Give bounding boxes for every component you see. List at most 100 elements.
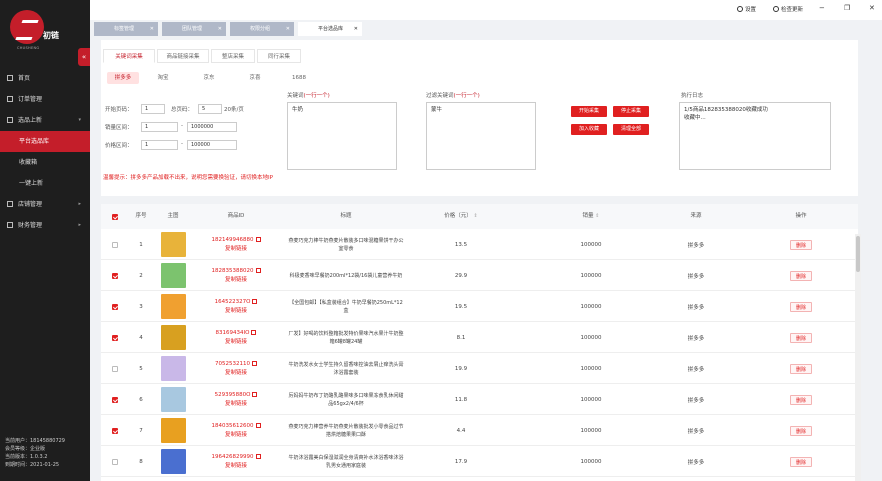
- copy-link-button[interactable]: 复制链接: [225, 245, 247, 254]
- price-min-input[interactable]: 1: [141, 140, 178, 150]
- delete-button[interactable]: 删除: [790, 425, 812, 436]
- check-update-button[interactable]: 检查更新: [773, 5, 803, 13]
- total-page-input[interactable]: 5: [198, 104, 222, 114]
- delete-button[interactable]: 删除: [790, 301, 812, 312]
- scrollbar-thumb[interactable]: [856, 236, 860, 272]
- copy-icon[interactable]: [255, 267, 261, 273]
- sales-min-input[interactable]: 1: [141, 122, 178, 132]
- clear-all-button[interactable]: 清理全部: [613, 124, 649, 135]
- sidebar-item-7[interactable]: 财务管理 ▸: [0, 215, 90, 236]
- stop-collect-button[interactable]: 停止采集: [613, 106, 649, 117]
- select-all-checkbox[interactable]: [112, 213, 118, 220]
- row-checkbox[interactable]: [112, 396, 118, 403]
- close-icon[interactable]: ✕: [150, 22, 154, 36]
- copy-link-button[interactable]: 复制链接: [225, 338, 247, 347]
- row-checkbox[interactable]: [112, 272, 118, 279]
- product-id-link[interactable]: 7052532110: [215, 360, 257, 369]
- copy-icon[interactable]: [252, 391, 258, 397]
- product-id-link[interactable]: 196426829990: [212, 453, 261, 462]
- start-collect-button[interactable]: 开始采集: [571, 106, 607, 117]
- row-checkbox[interactable]: [112, 365, 118, 372]
- price-max-input[interactable]: 100000: [187, 140, 237, 150]
- sidebar-item-6[interactable]: 店铺管理 ▸: [0, 194, 90, 215]
- start-page-input[interactable]: 1: [141, 104, 165, 114]
- product-thumbnail[interactable]: [160, 263, 186, 288]
- header-price[interactable]: 价格（元） ⇕: [421, 204, 501, 229]
- row-checkbox[interactable]: [112, 241, 118, 248]
- product-id-link[interactable]: 182149946880: [212, 236, 261, 245]
- copy-icon[interactable]: [252, 360, 257, 366]
- exclude-keyword-textarea[interactable]: 蒙牛: [426, 102, 536, 170]
- product-thumbnail[interactable]: [160, 449, 186, 474]
- keyword-textarea[interactable]: 牛奶: [287, 102, 397, 170]
- product-id-link[interactable]: 182835388020: [212, 267, 261, 276]
- sidebar-item-4[interactable]: 收藏箱: [0, 152, 90, 173]
- minimize-button[interactable]: −: [819, 4, 825, 12]
- sidebar-item-0[interactable]: 首页: [0, 68, 90, 89]
- close-icon[interactable]: ✕: [218, 22, 222, 36]
- table-scrollbar[interactable]: [855, 234, 861, 481]
- delete-button[interactable]: 删除: [790, 394, 812, 405]
- delete-button[interactable]: 删除: [790, 270, 812, 281]
- tab-platform-library[interactable]: 平台选品库 ✕: [298, 22, 362, 36]
- maximize-button[interactable]: ❐: [844, 4, 850, 12]
- tab-link-collect[interactable]: 商品链接采集: [157, 49, 209, 63]
- close-icon[interactable]: ✕: [286, 22, 290, 36]
- close-window-button[interactable]: ✕: [869, 4, 875, 12]
- platform-1688[interactable]: 1688: [285, 72, 313, 84]
- row-checkbox[interactable]: [112, 334, 118, 341]
- sidebar-collapse-button[interactable]: «: [78, 48, 90, 66]
- sales-max-input[interactable]: 1000000: [187, 122, 237, 132]
- product-id-link[interactable]: 529395880O: [215, 391, 258, 400]
- product-thumbnail[interactable]: [160, 232, 186, 257]
- settings-button[interactable]: 设置: [737, 5, 756, 13]
- product-thumbnail[interactable]: [160, 325, 186, 350]
- product-id-link[interactable]: 83169434IO: [216, 329, 257, 338]
- platform-jd[interactable]: 京东: [195, 72, 223, 84]
- row-checkbox[interactable]: [112, 303, 118, 310]
- close-icon[interactable]: ✕: [354, 22, 358, 36]
- copy-icon[interactable]: [255, 236, 261, 242]
- copy-link-button[interactable]: 复制链接: [225, 462, 247, 471]
- sidebar-item-3[interactable]: 平台选品库: [0, 131, 90, 152]
- product-thumbnail[interactable]: [160, 418, 186, 443]
- tab-team-management[interactable]: 团队管理 ✕: [162, 22, 226, 36]
- product-thumbnail[interactable]: [160, 387, 186, 412]
- tab-keyword-collect[interactable]: 关键词采集: [103, 49, 155, 63]
- product-price: 11.8: [454, 396, 468, 403]
- platform-taobao[interactable]: 淘宝: [149, 72, 177, 84]
- product-id-link[interactable]: 184035612600: [212, 422, 261, 431]
- row-checkbox[interactable]: [112, 458, 118, 465]
- tab-peer-collect[interactable]: 同行采集: [257, 49, 301, 63]
- delete-button[interactable]: 删除: [790, 239, 812, 250]
- copy-icon[interactable]: [251, 329, 257, 335]
- copy-icon[interactable]: [255, 422, 261, 428]
- product-thumbnail[interactable]: [160, 356, 186, 381]
- delete-button[interactable]: 删除: [790, 332, 812, 343]
- product-thumbnail[interactable]: [160, 294, 186, 319]
- row-checkbox[interactable]: [112, 427, 118, 434]
- sidebar-item-1[interactable]: 订单管理: [0, 89, 90, 110]
- sidebar-item-5[interactable]: 一键上新: [0, 173, 90, 194]
- delete-button[interactable]: 删除: [790, 456, 812, 467]
- copy-link-button[interactable]: 复制链接: [225, 307, 247, 316]
- add-to-favorites-button[interactable]: 加入收藏: [571, 124, 607, 135]
- product-title: 科极麦香味早餐奶200ml*12袋/16袋儿童营养牛奶: [289, 272, 403, 279]
- copy-link-button[interactable]: 复制链接: [225, 431, 247, 440]
- row-product-id-cell: 182835388020 复制链接: [201, 260, 271, 291]
- sidebar-item-2[interactable]: 选品上新 ▾: [0, 110, 90, 131]
- product-id-link[interactable]: 164522327O: [215, 298, 258, 307]
- platform-pinduoduo[interactable]: 拼多多: [107, 72, 139, 84]
- delete-button[interactable]: 删除: [790, 363, 812, 374]
- copy-icon[interactable]: [255, 453, 261, 459]
- copy-icon[interactable]: [252, 298, 258, 304]
- tab-permission-groups[interactable]: 权限分组 ✕: [230, 22, 294, 36]
- row-action-cell: 删除: [771, 229, 831, 260]
- copy-link-button[interactable]: 复制链接: [225, 400, 247, 409]
- platform-jingxi[interactable]: 京喜: [241, 72, 269, 84]
- tab-shop-collect[interactable]: 整店采集: [211, 49, 255, 63]
- copy-link-button[interactable]: 复制链接: [225, 276, 247, 285]
- header-sales[interactable]: 销量 ⇕: [541, 204, 641, 229]
- tab-label-management[interactable]: 标签管理 ✕: [94, 22, 158, 36]
- copy-link-button[interactable]: 复制链接: [225, 369, 247, 378]
